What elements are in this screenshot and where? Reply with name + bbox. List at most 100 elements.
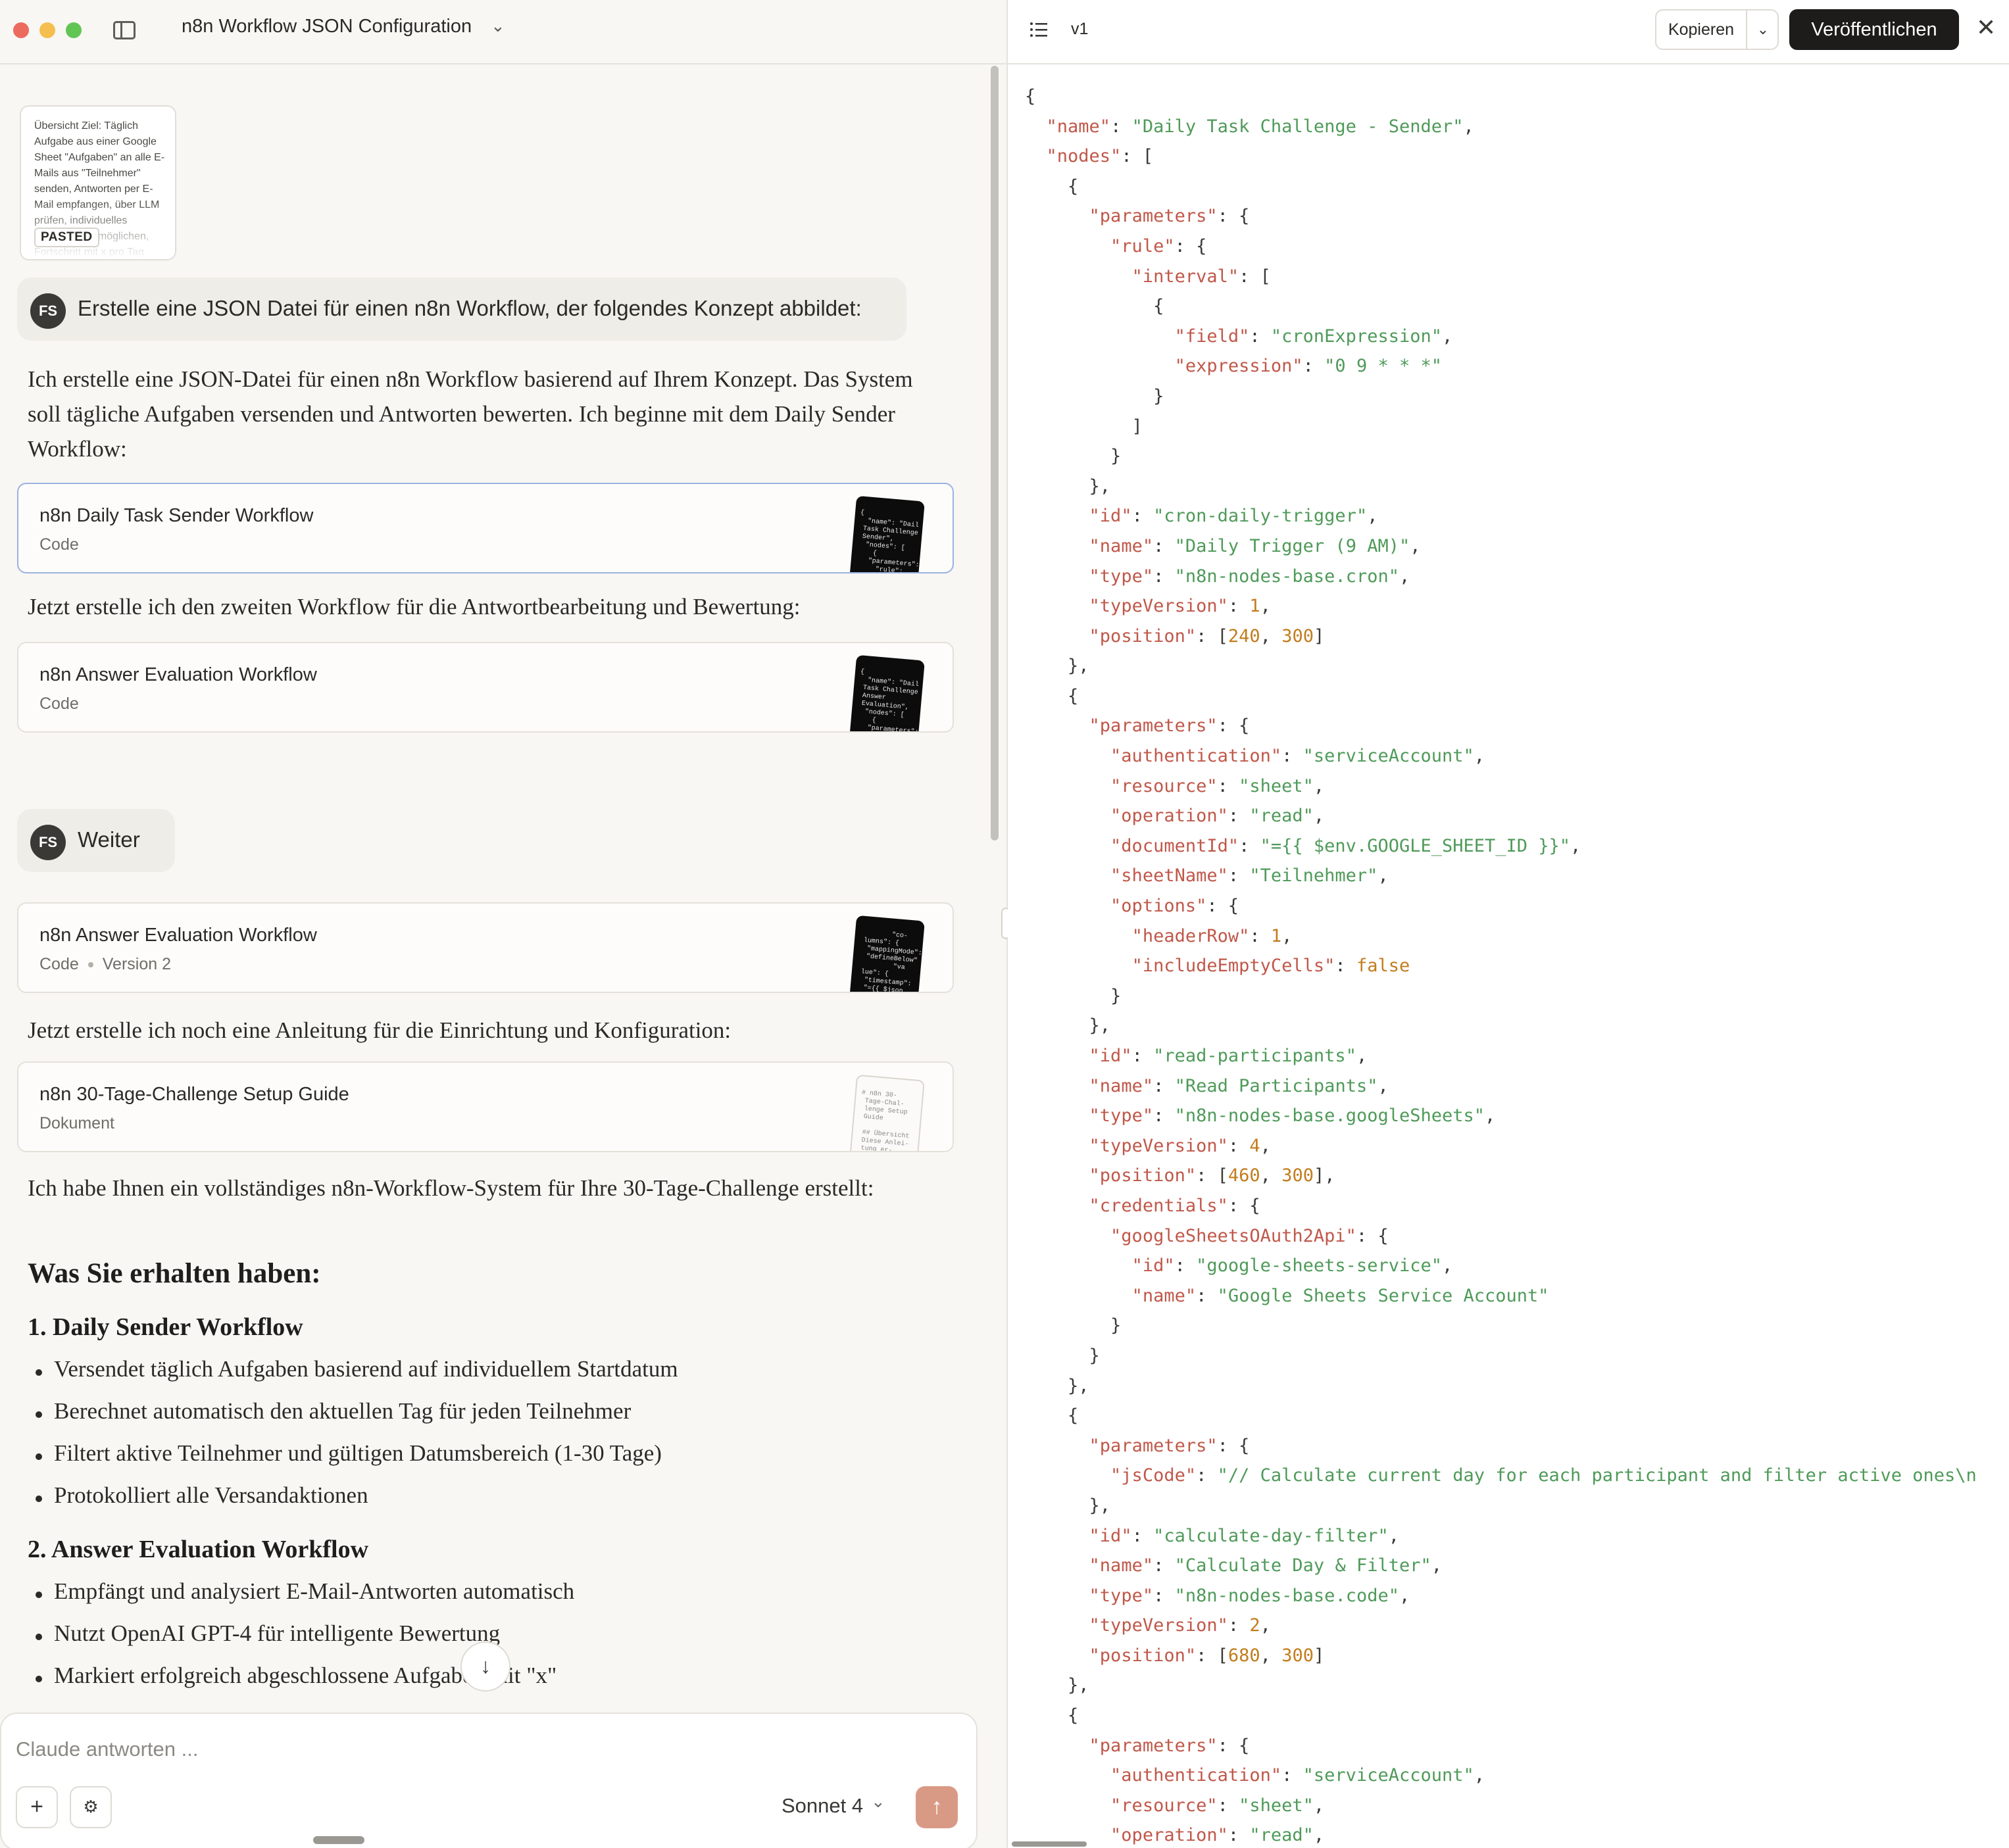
artifact-pane: v1 Kopieren ⌄ Veröffentlichen ✕ { "name"… <box>1008 0 2009 1848</box>
code-line: "authentication": "serviceAccount", <box>1110 746 1485 767</box>
list-item: Nutzt OpenAI GPT-4 für intelligente Bewe… <box>35 1620 501 1646</box>
code-line: } <box>1025 446 1122 467</box>
sidebar-toggle-icon[interactable] <box>113 21 136 39</box>
message-list: Übersicht Ziel: Täglich Aufgabe aus eine… <box>0 63 987 1713</box>
add-icon[interactable]: + <box>16 1786 58 1828</box>
avatar: FS <box>30 293 66 329</box>
settings-sliders-icon[interactable]: ⚙ <box>70 1786 112 1828</box>
code-block: { "name": "Daily Task Challenge - Sender… <box>1025 82 1977 1848</box>
horizontal-scrollbar[interactable] <box>313 1836 364 1844</box>
code-line: "parameters": { <box>1089 206 1250 227</box>
chevron-down-icon[interactable]: ⌄ <box>491 16 505 36</box>
user-message: FS Weiter <box>17 809 175 872</box>
artifact-title: n8n Daily Task Sender Workflow <box>39 505 314 526</box>
code-thumbnail: { "name": "Dail Task Challenge Sender", … <box>849 495 925 572</box>
model-selector[interactable]: Sonnet 4 <box>781 1794 863 1818</box>
code-line: "type": "n8n-nodes-base.code", <box>1089 1585 1410 1606</box>
user-message: FS Erstelle eine JSON Datei für einen n8… <box>17 278 906 341</box>
artifact-card[interactable]: n8n Answer Evaluation Workflow Code { "n… <box>17 642 954 733</box>
code-line: "parameters": { <box>1089 1735 1250 1756</box>
artifact-version: Version 2 <box>102 955 172 973</box>
title-bar: n8n Workflow JSON Configuration ⌄ <box>0 0 1006 64</box>
code-line: "expression": "0 9 * * *" <box>1174 356 1442 377</box>
maximize-window-button[interactable] <box>66 22 82 38</box>
artifact-card[interactable]: n8n Daily Task Sender Workflow Code { "n… <box>17 483 954 573</box>
list-item: Protokolliert alle Versandaktionen <box>36 1482 368 1508</box>
message-input[interactable]: Claude antworten ... <box>16 1738 198 1761</box>
code-line: { <box>1025 86 1036 107</box>
code-line: "typeVersion": 2, <box>1089 1615 1271 1636</box>
minimize-window-button[interactable] <box>39 22 55 38</box>
code-line: "jsCode": "// Calculate current day for … <box>1110 1465 1977 1486</box>
artifact-type: Code <box>39 955 79 973</box>
artifact-type: Code <box>39 535 79 554</box>
artifact-type: Code <box>39 694 79 713</box>
artifact-title: n8n 30-Tage-Challenge Setup Guide <box>39 1084 349 1105</box>
conversation-title[interactable]: n8n Workflow JSON Configuration <box>182 16 472 37</box>
code-line: "position": [680, 300] <box>1089 1645 1325 1666</box>
code-line: "credentials": { <box>1089 1195 1260 1216</box>
code-line: { <box>1025 1405 1079 1426</box>
list-item: Filtert aktive Teilnehmer und gültigen D… <box>36 1440 662 1466</box>
version-label[interactable]: v1 <box>1071 20 1088 39</box>
copy-button-group: Kopieren ⌄ <box>1655 9 1779 50</box>
code-line: "parameters": { <box>1089 716 1250 737</box>
code-line: "documentId": "={{ $env.GOOGLE_SHEET_ID … <box>1110 835 1581 856</box>
code-line: "name": "Read Participants", <box>1089 1075 1389 1096</box>
code-line: "sheetName": "Teilnehmer", <box>1110 865 1389 887</box>
artifact-card[interactable]: n8n 30-Tage-Challenge Setup Guide Dokume… <box>17 1061 954 1152</box>
code-line: }, <box>1025 1375 1089 1396</box>
assistant-paragraph: Jetzt erstelle ich noch eine Anleitung f… <box>28 1017 732 1043</box>
code-line: "operation": "read", <box>1110 806 1325 827</box>
artifact-card[interactable]: n8n Answer Evaluation Workflow Code Versi… <box>17 902 954 993</box>
close-icon[interactable]: ✕ <box>1976 14 1996 41</box>
code-line: "name": "Daily Trigger (9 AM)", <box>1089 535 1421 556</box>
code-line: "type": "n8n-nodes-base.googleSheets", <box>1089 1106 1496 1127</box>
code-line: "typeVersion": 1, <box>1089 596 1271 617</box>
code-line: "parameters": { <box>1089 1435 1250 1456</box>
code-line: "authentication": "serviceAccount", <box>1110 1765 1485 1786</box>
scrollbar[interactable] <box>991 66 999 840</box>
send-icon[interactable]: ↑ <box>916 1786 958 1828</box>
horizontal-scrollbar[interactable] <box>1012 1841 1087 1847</box>
code-thumbnail: "co- lumns": { "mappingMode": "defineBel… <box>849 915 925 992</box>
publish-button[interactable]: Veröffentlichen <box>1789 9 1959 50</box>
artifact-meta: Code Version 2 <box>39 955 171 974</box>
list-item: Empfängt und analysiert E-Mail-Antworten… <box>35 1578 575 1604</box>
chevron-down-icon[interactable]: ⌄ <box>1747 11 1779 49</box>
code-line: "operation": "read", <box>1110 1825 1325 1846</box>
code-line: "id": "read-participants", <box>1089 1046 1368 1066</box>
code-line: { <box>1025 685 1079 706</box>
subsection-heading: 1. Daily Sender Workflow <box>28 1313 303 1341</box>
code-line: { <box>1025 176 1079 197</box>
code-line: { <box>1025 296 1164 317</box>
chevron-down-icon[interactable]: ⌄ <box>871 1791 885 1812</box>
code-line: "position": [240, 300] <box>1089 625 1325 646</box>
close-window-button[interactable] <box>13 22 29 38</box>
code-line: "name": "Daily Task Challenge - Sender", <box>1046 116 1474 137</box>
assistant-paragraph: Ich habe Ihnen ein vollständiges n8n-Wor… <box>28 1175 874 1201</box>
code-line: { <box>1025 1705 1079 1726</box>
artifact-title: n8n Answer Evaluation Workflow <box>39 925 317 946</box>
code-line: "field": "cronExpression", <box>1174 326 1453 347</box>
pasted-attachment[interactable]: Übersicht Ziel: Täglich Aufgabe aus eine… <box>20 105 176 260</box>
copy-button[interactable]: Kopieren <box>1656 11 1746 49</box>
code-line: "googleSheetsOAuth2Api": { <box>1110 1225 1389 1246</box>
code-line: "rule": { <box>1110 235 1207 256</box>
code-line: "resource": "sheet", <box>1110 1795 1325 1816</box>
code-line: "interval": [ <box>1131 266 1271 287</box>
code-line: } <box>1025 1345 1100 1366</box>
code-line: "name": "Calculate Day & Filter", <box>1089 1555 1443 1576</box>
chat-pane: n8n Workflow JSON Configuration ⌄ Übersi… <box>0 0 1006 1848</box>
code-line: "headerRow": 1, <box>1131 925 1293 946</box>
code-line: "name": "Google Sheets Service Account" <box>1131 1285 1549 1306</box>
code-line: ] <box>1025 416 1143 437</box>
composer: Claude antworten ... + ⚙ Sonnet 4 ⌄ ↑ <box>0 1713 978 1848</box>
subsection-heading: 2. Answer Evaluation Workflow <box>28 1536 369 1563</box>
scroll-down-icon[interactable]: ↓ <box>460 1641 510 1691</box>
list-icon[interactable] <box>1029 20 1049 39</box>
code-line: "typeVersion": 4, <box>1089 1135 1271 1156</box>
code-line: } <box>1025 1315 1122 1336</box>
code-line: "id": "calculate-day-filter", <box>1089 1525 1399 1546</box>
artifact-header: v1 Kopieren ⌄ Veröffentlichen ✕ <box>1008 0 2009 64</box>
